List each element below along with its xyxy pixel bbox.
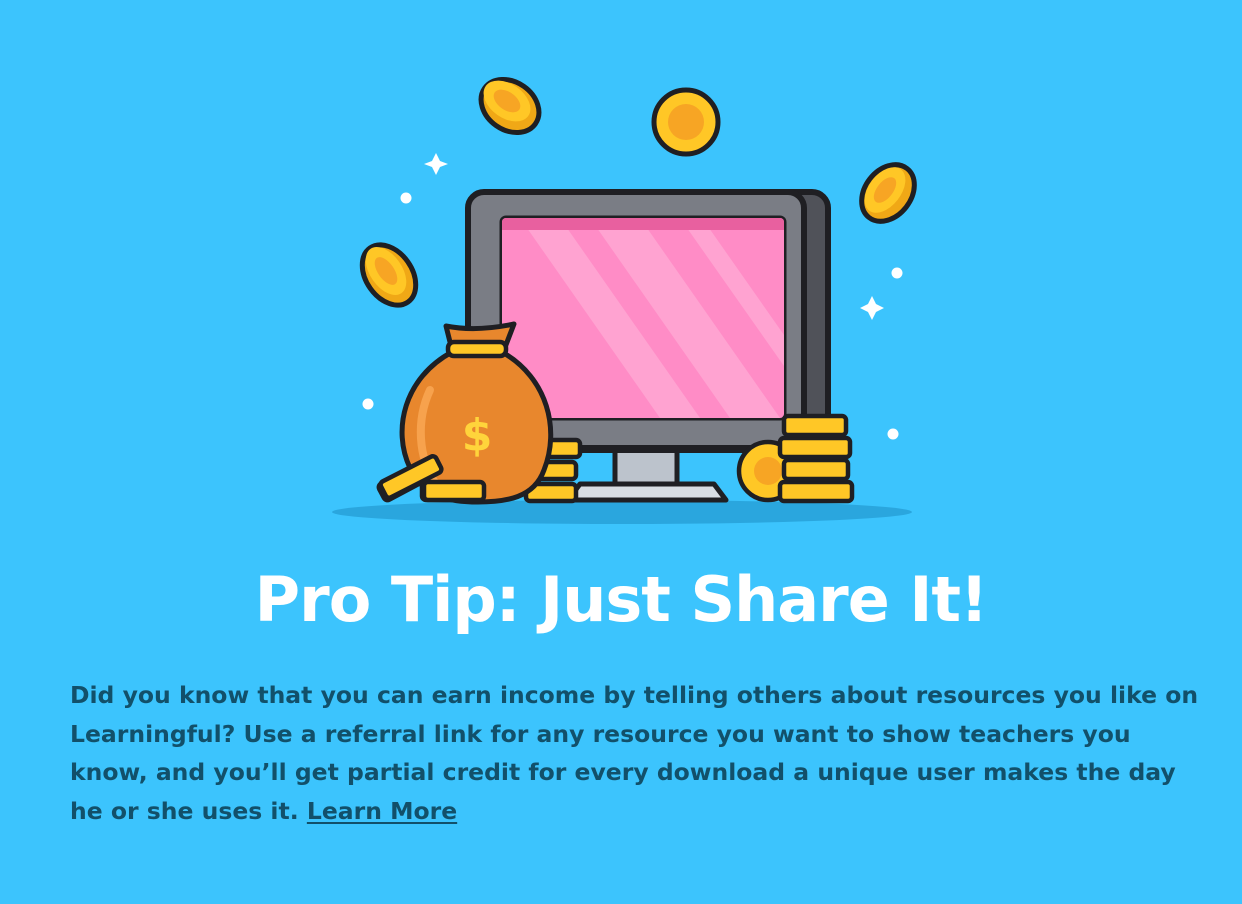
card-body: Did you know that you can earn income by… <box>70 676 1200 830</box>
dollar-symbol: $ <box>462 410 493 461</box>
card-body-text: Did you know that you can earn income by… <box>70 681 1199 825</box>
learn-more-link[interactable]: Learn More <box>307 797 457 825</box>
card-title: Pro Tip: Just Share It! <box>254 563 989 636</box>
illustration: $ <box>332 76 917 524</box>
pro-tip-card: $ Pro Tip: Just Share It! Did you know t… <box>0 0 1242 904</box>
ground-shadow <box>332 500 912 524</box>
